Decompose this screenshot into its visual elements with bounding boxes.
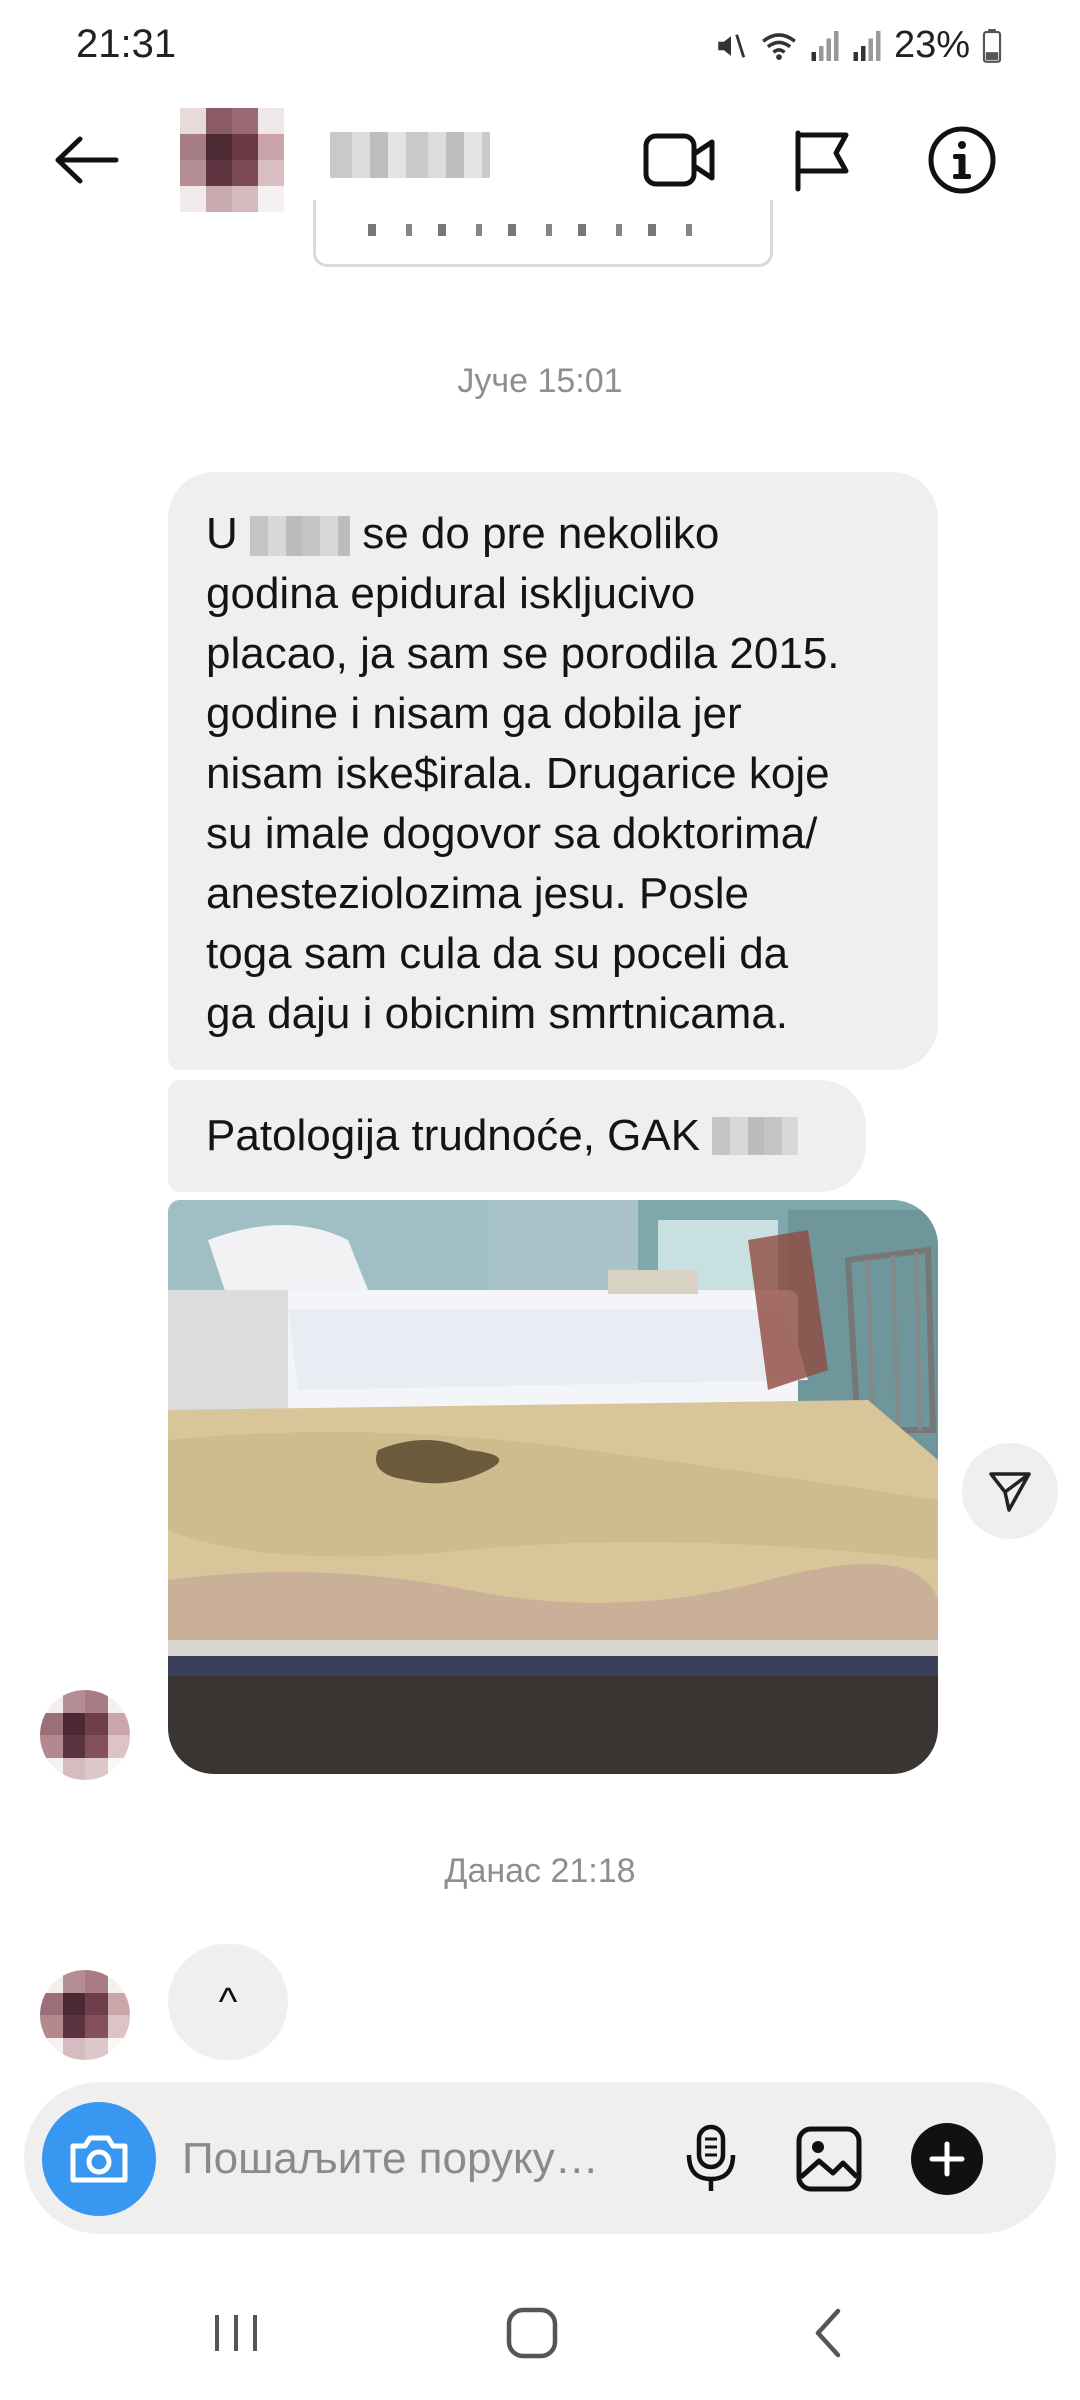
photo-message[interactable] <box>168 1200 938 1774</box>
message-line: toga sam cula da su poceli da <box>206 929 789 978</box>
camera-icon <box>70 2135 128 2183</box>
message-text: ^ <box>218 1979 238 2024</box>
info-icon <box>928 126 996 194</box>
wifi-icon <box>762 32 796 60</box>
recent-apps-button[interactable] <box>186 2288 286 2378</box>
message-line: su imale dogovor sa doktorima/ <box>206 809 818 858</box>
mute-icon <box>718 33 746 58</box>
message-line: U se do pre nekoliko <box>206 509 720 558</box>
message-line: nisam iske$irala. Drugarice koje <box>206 749 830 798</box>
sender-avatar[interactable] <box>40 1970 130 2060</box>
message-line: anesteziolozima jesu. Posle <box>206 869 749 918</box>
back-button[interactable] <box>40 120 130 200</box>
arrow-left-icon <box>55 136 119 184</box>
home-button[interactable] <box>482 2288 582 2378</box>
gallery-button[interactable] <box>786 2116 872 2202</box>
send-icon <box>989 1472 1031 1512</box>
signal-icon <box>853 30 881 61</box>
contact-name[interactable] <box>330 132 490 178</box>
message-text: Patologija trudnoće, GAK <box>206 1111 713 1160</box>
info-button[interactable] <box>922 120 1002 200</box>
battery-percent: 23% <box>893 24 970 66</box>
home-icon <box>506 2307 558 2359</box>
status-icons: 23% <box>714 24 1002 67</box>
report-button[interactable] <box>782 120 862 200</box>
video-call-button[interactable] <box>640 120 720 200</box>
timestamp-yesterday: Јуче 15:01 <box>457 362 623 400</box>
sender-avatar[interactable] <box>40 1690 130 1780</box>
timestamp-today: Данас 21:18 <box>444 1852 636 1890</box>
status-time: 21:31 <box>76 22 177 66</box>
flag-icon <box>795 130 849 192</box>
message-line: ga daju i obicnim smrtnicama. <box>206 989 789 1038</box>
message-line: placao, ja sam se porodila 2015. <box>206 629 840 678</box>
microphone-icon <box>686 2124 736 2191</box>
redacted-text <box>250 516 350 557</box>
recent-apps-icon <box>215 2315 257 2351</box>
video-call-icon <box>643 133 715 187</box>
back-icon <box>815 2308 841 2358</box>
message-line: godina epidural iskljucivo <box>206 569 696 618</box>
message-input[interactable] <box>180 2128 654 2190</box>
previous-message-card[interactable] <box>313 200 773 267</box>
battery-icon <box>982 28 1002 63</box>
hospital-room-image <box>168 1200 938 1774</box>
voice-message-button[interactable] <box>668 2116 754 2202</box>
signal-icon <box>811 30 839 61</box>
message-line: godine i nisam ga dobila jer <box>206 689 742 738</box>
contact-avatar[interactable] <box>180 108 284 212</box>
gallery-icon <box>796 2126 862 2192</box>
message-bubble[interactable]: U se do pre nekoliko godina epidural isk… <box>168 472 938 1070</box>
redacted-text <box>712 1117 799 1155</box>
add-icon <box>911 2123 983 2195</box>
system-back-button[interactable] <box>778 2288 878 2378</box>
message-bubble[interactable]: Patologija trudnoće, GAK <box>168 1080 866 1192</box>
add-button[interactable] <box>904 2116 990 2202</box>
message-bubble[interactable]: ^ <box>168 1944 288 2060</box>
share-button[interactable] <box>962 1443 1058 1539</box>
camera-button[interactable] <box>42 2102 156 2216</box>
